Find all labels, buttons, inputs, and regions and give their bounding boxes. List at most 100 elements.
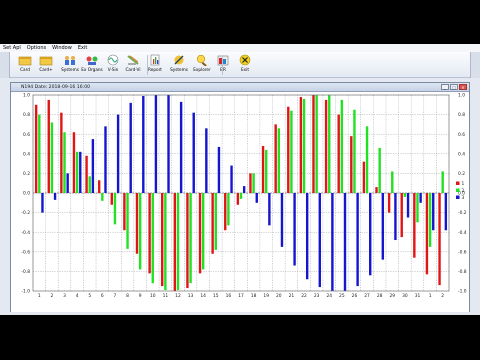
toolbar-right-handle[interactable] <box>470 52 480 78</box>
bar-series-3 <box>167 95 170 193</box>
y-tick-label-left: 0.4 <box>23 151 30 157</box>
y-tick-label-right: -0.2 <box>458 210 467 216</box>
x-tick-label: 25 <box>339 293 345 299</box>
x-tick-label: 29 <box>389 293 395 299</box>
v-sin-icon <box>107 54 119 66</box>
bar-series-3 <box>242 186 246 193</box>
bar-series-2 <box>277 128 281 193</box>
bar-series-1 <box>249 173 252 193</box>
bar-series-2 <box>63 132 66 193</box>
bar-series-1 <box>261 145 265 193</box>
toolbar-button-label: Report <box>148 67 162 72</box>
toolbar-button-label: Explorer <box>193 67 211 72</box>
bar-series-1 <box>287 106 290 193</box>
toolbar-button-card[interactable]: Card+ <box>33 53 59 77</box>
x-tick-label: 13 <box>188 293 194 299</box>
maximize-button[interactable]: □ <box>450 84 458 90</box>
bar-series-3 <box>53 193 57 200</box>
chart-window-title: N194 Date: 2018-09-16 16:00 <box>21 85 91 90</box>
organs-icon <box>86 56 98 65</box>
x-tick-label: 12 <box>175 293 181 299</box>
chart-window-titlebar[interactable]: N194 Date: 2018-09-16 16:00 _ □ × <box>11 83 469 92</box>
chart-window: N194 Date: 2018-09-16 16:00 _ □ × 1.0 1.0… <box>10 82 470 312</box>
bar-series-2 <box>353 109 356 193</box>
bar-series-3 <box>192 112 195 193</box>
legend-swatch-1 <box>456 181 460 185</box>
x-tick-label: 4 <box>76 293 79 299</box>
x-tick-label: 17 <box>238 293 244 299</box>
bar-series-3 <box>79 151 82 193</box>
toolbar: Card Card+ Systems Ex Organs V-Sin Card-Vi Rep… <box>0 52 480 78</box>
y-tick-label-right: 1.0 <box>458 93 465 99</box>
toolbar-button-exit[interactable]: Exit <box>232 53 258 77</box>
bar-series-3 <box>444 193 448 231</box>
x-tick-label: 24 <box>326 293 332 299</box>
close-button[interactable]: × <box>459 84 467 90</box>
y-tick-label-left: -0.6 <box>21 249 30 255</box>
bar-series-2 <box>227 193 230 226</box>
toolbar-separator <box>222 55 223 75</box>
y-tick-label-left: -0.8 <box>21 269 30 275</box>
application-window: Set Apl Options Window Exit Card Card+ Sys… <box>0 44 480 315</box>
menu-set-apl[interactable]: Set Apl <box>3 44 21 52</box>
bar-series-2 <box>265 149 268 193</box>
toolbar-button-label: Systems <box>170 67 188 72</box>
bar-chart: 1.0 1.00.8 0.80.6 0.60.4 0.40.2 0.20.0 0.0-0.2… <box>11 92 469 312</box>
x-tick-label: 7 <box>114 293 117 299</box>
screen: Set Apl Options Window Exit Card Card+ Sys… <box>0 0 480 360</box>
bar-series-1 <box>72 132 76 193</box>
x-tick-label: 1 <box>38 293 41 299</box>
bar-series-1 <box>375 187 378 193</box>
bar-series-1 <box>337 114 340 193</box>
minimize-button[interactable]: _ <box>441 84 449 90</box>
toolbar-button-label: Systems <box>61 67 79 72</box>
bar-series-2 <box>214 193 217 250</box>
menu-options[interactable]: Options <box>27 44 46 52</box>
bar-series-3 <box>104 126 107 193</box>
toolbar-button-label: Card+ <box>39 67 53 72</box>
x-tick-label: 5 <box>88 293 91 299</box>
bar-series-2 <box>302 98 306 193</box>
toolbar-button-label: Exit <box>241 67 249 72</box>
bar-series-2 <box>151 193 154 284</box>
br-icon <box>217 55 229 66</box>
x-tick-label: 2 <box>441 293 444 299</box>
bar-series-1 <box>97 180 101 193</box>
bar-series-2 <box>365 126 369 193</box>
y-tick-label-left: 0.8 <box>23 112 30 118</box>
x-tick-label: 28 <box>377 293 383 299</box>
toolbar-left-handle[interactable] <box>0 52 10 78</box>
bar-series-1 <box>236 193 240 205</box>
y-tick-label-right: 0.4 <box>458 151 465 157</box>
toolbar-button-label: V-Sin <box>107 67 119 72</box>
chart-background <box>11 92 469 312</box>
exit-icon <box>239 54 251 66</box>
bar-series-1 <box>312 95 315 193</box>
x-tick-label: 21 <box>289 293 295 299</box>
x-tick-label: 6 <box>101 293 104 299</box>
bar-series-1 <box>224 193 227 231</box>
bar-series-2 <box>126 193 129 249</box>
legend-swatch-3 <box>456 195 460 199</box>
bar-series-3 <box>66 173 69 193</box>
toolbar-button-report[interactable]: Report <box>142 53 168 77</box>
bar-series-1 <box>173 193 177 291</box>
bar-series-3 <box>293 193 296 266</box>
card-plus-icon <box>39 56 53 66</box>
bar-series-1 <box>350 136 353 193</box>
menu-window[interactable]: Window <box>52 44 72 52</box>
bar-series-1 <box>413 193 416 258</box>
menu-bar: Set Apl Options Window Exit <box>0 44 480 52</box>
bar-series-1 <box>34 104 38 193</box>
x-tick-label: 27 <box>364 293 370 299</box>
menu-exit[interactable]: Exit <box>78 44 87 52</box>
bar-series-2 <box>50 122 54 193</box>
x-tick-label: 23 <box>314 293 320 299</box>
bar-series-2 <box>315 95 318 193</box>
bar-series-1 <box>362 161 366 193</box>
y-tick-label-left: -1.0 <box>21 289 30 295</box>
bar-series-3 <box>318 193 321 288</box>
toolbar-button-label: Card <box>20 67 30 72</box>
bar-series-2 <box>416 193 419 223</box>
bar-series-2 <box>290 110 293 193</box>
